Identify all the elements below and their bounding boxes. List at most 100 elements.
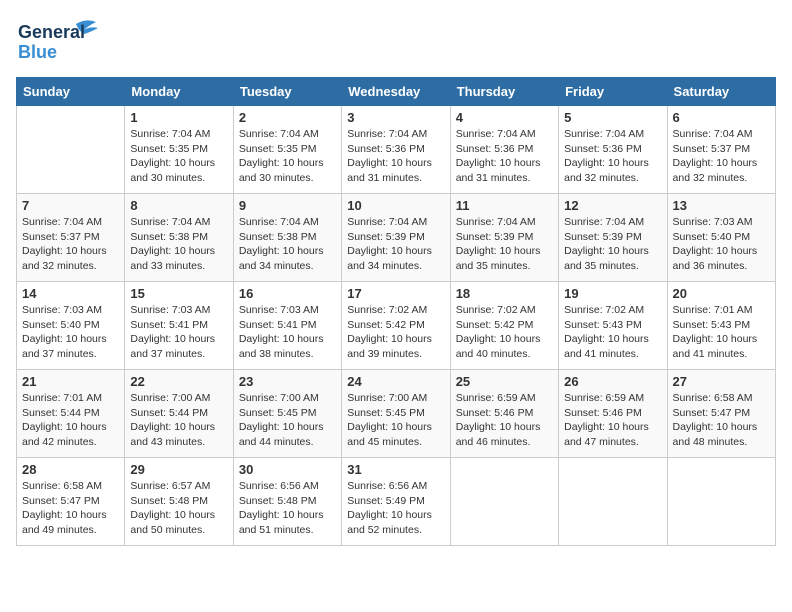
calendar-week-5: 28 Sunrise: 6:58 AMSunset: 5:47 PMDayligh… <box>17 458 776 546</box>
calendar-cell: 13 Sunrise: 7:03 AMSunset: 5:40 PMDayligh… <box>667 194 775 282</box>
calendar-cell: 8Sunrise: 7:04 AMSunset: 5:38 PMDaylight… <box>125 194 233 282</box>
day-info: Sunrise: 7:04 AMSunset: 5:39 PMDaylight:… <box>456 215 553 274</box>
calendar-week-4: 21 Sunrise: 7:01 AMSunset: 5:44 PMDayligh… <box>17 370 776 458</box>
calendar-cell: 23 Sunrise: 7:00 AMSunset: 5:45 PMDayligh… <box>233 370 341 458</box>
calendar-cell: 26 Sunrise: 6:59 AMSunset: 5:46 PMDayligh… <box>559 370 667 458</box>
day-info: Sunrise: 7:02 AMSunset: 5:43 PMDaylight:… <box>564 303 661 362</box>
svg-text:General: General <box>18 22 85 42</box>
day-number: 18 <box>456 286 553 301</box>
calendar-cell: 30 Sunrise: 6:56 AMSunset: 5:48 PMDayligh… <box>233 458 341 546</box>
day-info: Sunrise: 7:03 AMSunset: 5:41 PMDaylight:… <box>130 303 227 362</box>
logo-text: General Blue <box>16 16 126 69</box>
day-number: 15 <box>130 286 227 301</box>
calendar-cell: 27Sunrise: 6:58 AMSunset: 5:47 PMDayligh… <box>667 370 775 458</box>
calendar-cell: 16Sunrise: 7:03 AMSunset: 5:41 PMDayligh… <box>233 282 341 370</box>
day-info: Sunrise: 7:04 AMSunset: 5:35 PMDaylight:… <box>239 127 336 186</box>
day-info: Sunrise: 7:04 AMSunset: 5:37 PMDaylight:… <box>22 215 119 274</box>
calendar-cell <box>450 458 558 546</box>
day-number: 2 <box>239 110 336 125</box>
calendar-cell: 31 Sunrise: 6:56 AMSunset: 5:49 PMDayligh… <box>342 458 450 546</box>
calendar-cell: 12 Sunrise: 7:04 AMSunset: 5:39 PMDayligh… <box>559 194 667 282</box>
day-info: Sunrise: 7:00 AMSunset: 5:45 PMDaylight:… <box>347 391 444 450</box>
day-number: 20 <box>673 286 770 301</box>
calendar-cell: 14 Sunrise: 7:03 AMSunset: 5:40 PMDayligh… <box>17 282 125 370</box>
day-number: 25 <box>456 374 553 389</box>
calendar-cell: 24 Sunrise: 7:00 AMSunset: 5:45 PMDayligh… <box>342 370 450 458</box>
day-info: Sunrise: 6:58 AMSunset: 5:47 PMDaylight:… <box>22 479 119 538</box>
day-info: Sunrise: 6:59 AMSunset: 5:46 PMDaylight:… <box>456 391 553 450</box>
day-info: Sunrise: 6:56 AMSunset: 5:49 PMDaylight:… <box>347 479 444 538</box>
calendar-header-row: SundayMondayTuesdayWednesdayThursdayFrid… <box>17 78 776 106</box>
day-number: 3 <box>347 110 444 125</box>
col-header-wednesday: Wednesday <box>342 78 450 106</box>
day-number: 26 <box>564 374 661 389</box>
day-info: Sunrise: 7:04 AMSunset: 5:37 PMDaylight:… <box>673 127 770 186</box>
day-info: Sunrise: 7:04 AMSunset: 5:38 PMDaylight:… <box>130 215 227 274</box>
calendar-cell: 6 Sunrise: 7:04 AMSunset: 5:37 PMDaylight… <box>667 106 775 194</box>
day-info: Sunrise: 7:04 AMSunset: 5:36 PMDaylight:… <box>564 127 661 186</box>
calendar-cell: 20Sunrise: 7:01 AMSunset: 5:43 PMDayligh… <box>667 282 775 370</box>
day-info: Sunrise: 7:04 AMSunset: 5:39 PMDaylight:… <box>347 215 444 274</box>
day-info: Sunrise: 7:03 AMSunset: 5:40 PMDaylight:… <box>673 215 770 274</box>
col-header-tuesday: Tuesday <box>233 78 341 106</box>
logo: General Blue <box>16 16 126 69</box>
calendar-cell: 3 Sunrise: 7:04 AMSunset: 5:36 PMDaylight… <box>342 106 450 194</box>
calendar-cell <box>667 458 775 546</box>
day-info: Sunrise: 7:01 AMSunset: 5:44 PMDaylight:… <box>22 391 119 450</box>
day-info: Sunrise: 7:00 AMSunset: 5:44 PMDaylight:… <box>130 391 227 450</box>
day-number: 29 <box>130 462 227 477</box>
day-number: 1 <box>130 110 227 125</box>
day-info: Sunrise: 7:04 AMSunset: 5:39 PMDaylight:… <box>564 215 661 274</box>
day-number: 10 <box>347 198 444 213</box>
day-number: 31 <box>347 462 444 477</box>
day-number: 13 <box>673 198 770 213</box>
day-number: 27 <box>673 374 770 389</box>
day-number: 24 <box>347 374 444 389</box>
calendar-cell: 11Sunrise: 7:04 AMSunset: 5:39 PMDayligh… <box>450 194 558 282</box>
day-number: 21 <box>22 374 119 389</box>
calendar-cell: 1 Sunrise: 7:04 AMSunset: 5:35 PMDaylight… <box>125 106 233 194</box>
day-info: Sunrise: 7:04 AMSunset: 5:36 PMDaylight:… <box>347 127 444 186</box>
calendar-cell: 22 Sunrise: 7:00 AMSunset: 5:44 PMDayligh… <box>125 370 233 458</box>
day-number: 4 <box>456 110 553 125</box>
day-number: 30 <box>239 462 336 477</box>
calendar-cell: 7 Sunrise: 7:04 AMSunset: 5:37 PMDaylight… <box>17 194 125 282</box>
col-header-monday: Monday <box>125 78 233 106</box>
day-info: Sunrise: 7:04 AMSunset: 5:38 PMDaylight:… <box>239 215 336 274</box>
calendar-cell: 25 Sunrise: 6:59 AMSunset: 5:46 PMDayligh… <box>450 370 558 458</box>
calendar-table: SundayMondayTuesdayWednesdayThursdayFrid… <box>16 77 776 546</box>
day-info: Sunrise: 7:03 AMSunset: 5:40 PMDaylight:… <box>22 303 119 362</box>
day-info: Sunrise: 6:56 AMSunset: 5:48 PMDaylight:… <box>239 479 336 538</box>
calendar-week-3: 14 Sunrise: 7:03 AMSunset: 5:40 PMDayligh… <box>17 282 776 370</box>
day-number: 17 <box>347 286 444 301</box>
calendar-cell: 19 Sunrise: 7:02 AMSunset: 5:43 PMDayligh… <box>559 282 667 370</box>
day-number: 14 <box>22 286 119 301</box>
calendar-cell: 2 Sunrise: 7:04 AMSunset: 5:35 PMDaylight… <box>233 106 341 194</box>
calendar-cell: 29 Sunrise: 6:57 AMSunset: 5:48 PMDayligh… <box>125 458 233 546</box>
day-number: 9 <box>239 198 336 213</box>
day-info: Sunrise: 7:04 AMSunset: 5:35 PMDaylight:… <box>130 127 227 186</box>
calendar-cell: 28 Sunrise: 6:58 AMSunset: 5:47 PMDayligh… <box>17 458 125 546</box>
day-number: 12 <box>564 198 661 213</box>
day-number: 19 <box>564 286 661 301</box>
col-header-saturday: Saturday <box>667 78 775 106</box>
day-number: 23 <box>239 374 336 389</box>
day-number: 7 <box>22 198 119 213</box>
calendar-cell <box>559 458 667 546</box>
calendar-cell: 17 Sunrise: 7:02 AMSunset: 5:42 PMDayligh… <box>342 282 450 370</box>
day-number: 22 <box>130 374 227 389</box>
day-info: Sunrise: 6:57 AMSunset: 5:48 PMDaylight:… <box>130 479 227 538</box>
day-info: Sunrise: 7:00 AMSunset: 5:45 PMDaylight:… <box>239 391 336 450</box>
day-number: 5 <box>564 110 661 125</box>
col-header-friday: Friday <box>559 78 667 106</box>
day-number: 28 <box>22 462 119 477</box>
calendar-cell: 4 Sunrise: 7:04 AMSunset: 5:36 PMDaylight… <box>450 106 558 194</box>
day-number: 6 <box>673 110 770 125</box>
calendar-cell: 10 Sunrise: 7:04 AMSunset: 5:39 PMDayligh… <box>342 194 450 282</box>
col-header-sunday: Sunday <box>17 78 125 106</box>
calendar-week-2: 7 Sunrise: 7:04 AMSunset: 5:37 PMDaylight… <box>17 194 776 282</box>
day-info: Sunrise: 7:04 AMSunset: 5:36 PMDaylight:… <box>456 127 553 186</box>
calendar-cell: 15 Sunrise: 7:03 AMSunset: 5:41 PMDayligh… <box>125 282 233 370</box>
day-info: Sunrise: 7:02 AMSunset: 5:42 PMDaylight:… <box>347 303 444 362</box>
day-info: Sunrise: 6:59 AMSunset: 5:46 PMDaylight:… <box>564 391 661 450</box>
